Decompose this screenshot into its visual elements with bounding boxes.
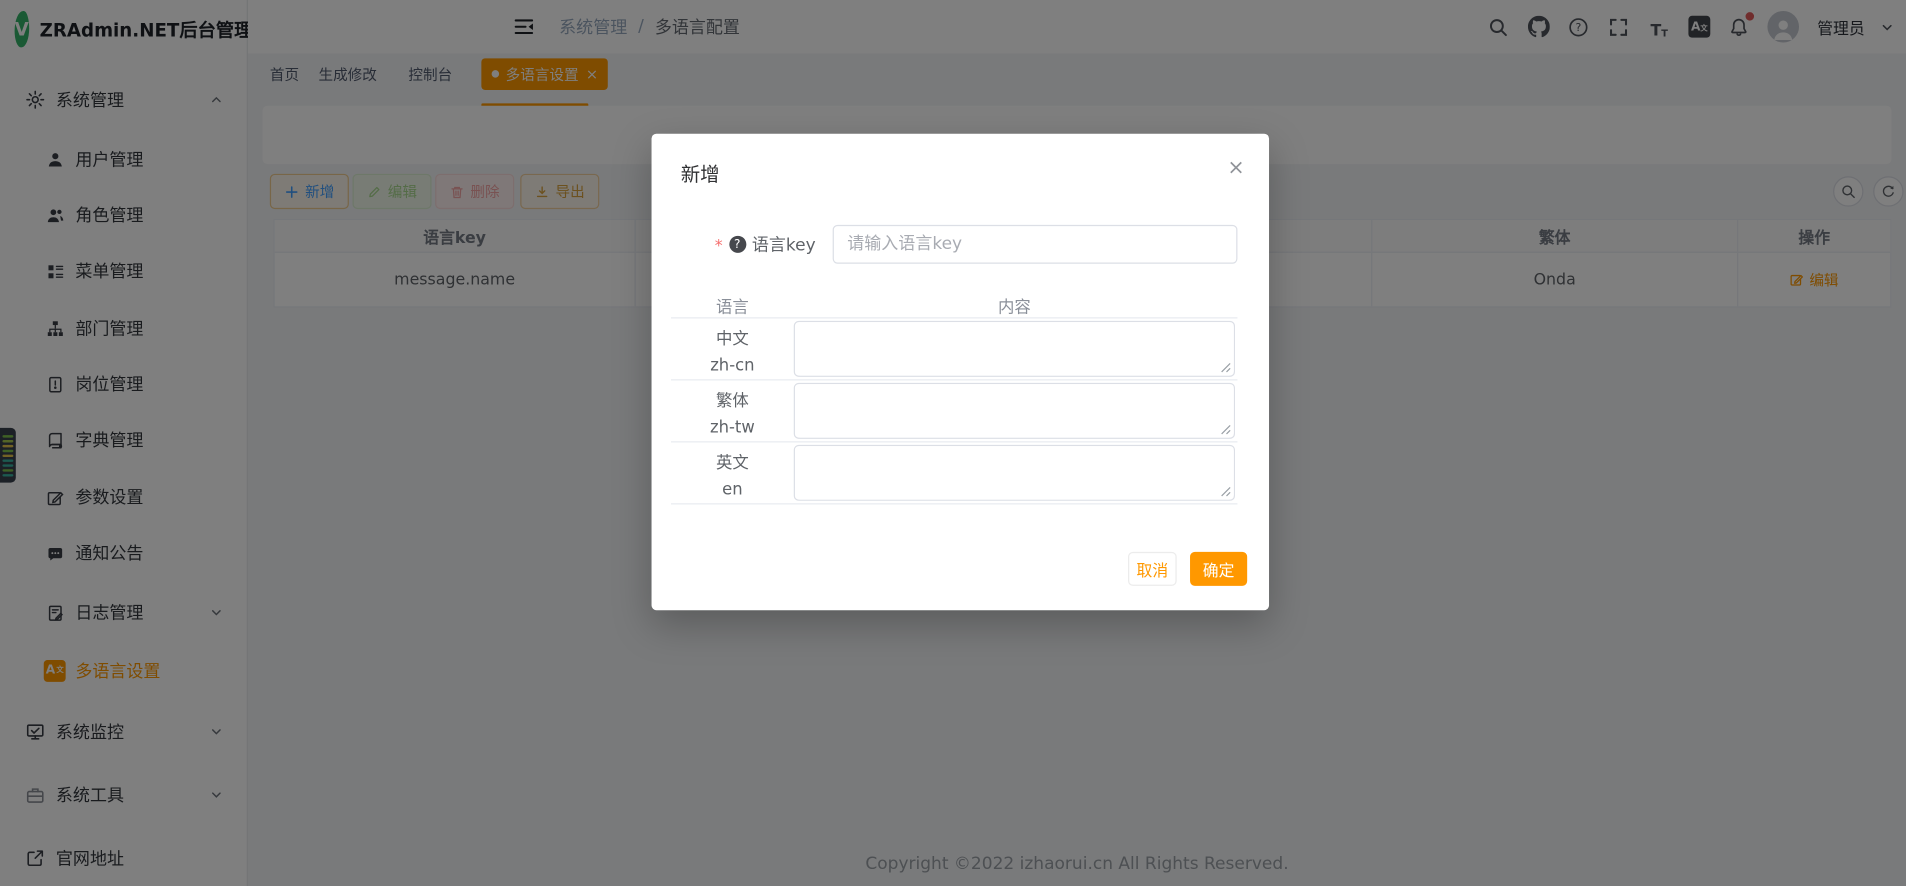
grid-header-language: 语言	[671, 292, 794, 319]
lang-label-zh-tw: 繁体zh-tw	[671, 388, 794, 441]
add-dialog: 新增 × * ? 语言key 语言 内容 中文zh-cn 繁体zh-tw 英文e…	[652, 134, 1270, 610]
confirm-button[interactable]: 确定	[1190, 552, 1247, 586]
dialog-title: 新增	[681, 158, 720, 187]
help-icon[interactable]: ?	[729, 236, 746, 253]
close-icon[interactable]: ×	[1227, 158, 1244, 179]
content-textarea-zh-cn-wrap	[794, 321, 1235, 377]
content-textarea-en-wrap	[794, 445, 1235, 501]
key-field-label: 语言key	[752, 232, 816, 256]
lang-label-zh-cn: 中文zh-cn	[671, 326, 794, 379]
content-textarea-en[interactable]	[795, 446, 1234, 499]
required-asterisk: *	[715, 237, 723, 255]
resize-handle-icon	[1220, 362, 1231, 373]
key-field-label-row: * ? 语言key	[715, 225, 816, 264]
divider	[671, 379, 1237, 380]
language-key-input[interactable]	[833, 225, 1238, 264]
content-textarea-zh-tw[interactable]	[795, 384, 1234, 437]
resize-handle-icon	[1220, 424, 1231, 435]
divider	[671, 441, 1237, 442]
divider	[671, 503, 1237, 504]
grid-header-content: 内容	[794, 292, 1235, 319]
content-textarea-zh-tw-wrap	[794, 383, 1235, 439]
divider	[671, 317, 1237, 318]
app-root: V ZRAdmin.NET后台管理 系统管理 用户管理 角色管理	[0, 0, 1906, 886]
lang-label-en: 英文en	[671, 450, 794, 503]
content-textarea-zh-cn[interactable]	[795, 322, 1234, 375]
cancel-button[interactable]: 取消	[1128, 552, 1177, 586]
resize-handle-icon	[1220, 486, 1231, 497]
